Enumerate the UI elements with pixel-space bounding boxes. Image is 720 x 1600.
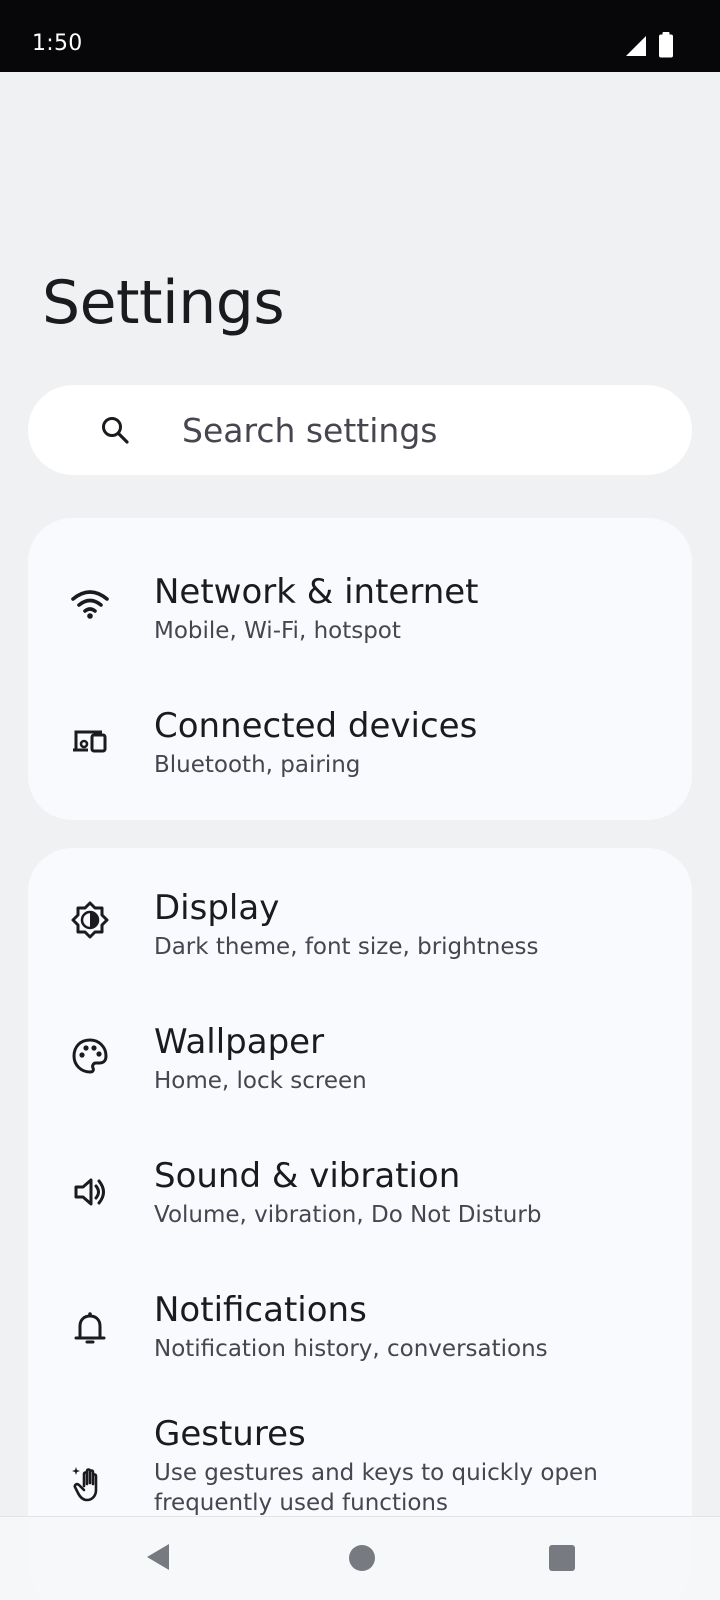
devices-icon: [73, 730, 107, 753]
palette-icon: [72, 1038, 108, 1074]
settings-item-title: Display: [154, 888, 280, 928]
settings-item-subtitle-line: frequently used functions: [154, 1490, 448, 1516]
settings-item-subtitle-line: Use gestures and keys to quickly open: [154, 1460, 598, 1486]
settings-item-subtitle: Home, lock screen: [154, 1068, 367, 1094]
settings-group-device: Display Dark theme, font size, brightnes…: [28, 848, 692, 1600]
settings-item-subtitle: Notification history, conversations: [154, 1336, 548, 1362]
hand-gesture-icon: [72, 1467, 98, 1502]
settings-item-network[interactable]: Network & internet Mobile, Wi-Fi, hotspo…: [28, 536, 692, 672]
settings-item-wallpaper[interactable]: Wallpaper Home, lock screen: [28, 988, 692, 1124]
volume-icon: [74, 1178, 105, 1206]
settings-item-title: Wallpaper: [154, 1022, 325, 1062]
status-time: 1:50: [32, 31, 83, 56]
home-icon[interactable]: [349, 1545, 375, 1571]
wifi-icon: [71, 590, 109, 619]
settings-item-subtitle: Dark theme, font size, brightness: [154, 934, 539, 960]
settings-item-subtitle: Volume, vibration, Do Not Disturb: [154, 1202, 542, 1228]
signal-icon: [626, 36, 646, 56]
settings-item-title: Network & internet: [154, 572, 479, 612]
settings-group-connectivity: Network & internet Mobile, Wi-Fi, hotspo…: [28, 518, 692, 820]
settings-item-title: Sound & vibration: [154, 1156, 461, 1196]
search-icon: [102, 417, 129, 444]
settings-item-subtitle: Bluetooth, pairing: [154, 752, 361, 778]
search-placeholder: Search settings: [182, 411, 438, 450]
settings-item-display[interactable]: Display Dark theme, font size, brightnes…: [28, 852, 692, 988]
bell-icon: [74, 1312, 106, 1344]
back-icon[interactable]: [145, 1542, 171, 1572]
settings-item-title: Connected devices: [154, 706, 478, 746]
status-bar: 1:50: [0, 0, 720, 72]
settings-item-notifications[interactable]: Notifications Notification history, conv…: [28, 1260, 692, 1396]
recents-icon[interactable]: [549, 1545, 575, 1571]
page-title: Settings: [42, 268, 285, 338]
settings-item-title: Gestures: [154, 1414, 306, 1454]
search-bar[interactable]: Search settings: [28, 385, 692, 475]
settings-item-sound[interactable]: Sound & vibration Volume, vibration, Do …: [28, 1124, 692, 1260]
settings-item-subtitle: Mobile, Wi-Fi, hotspot: [154, 618, 401, 644]
battery-icon: [659, 32, 673, 58]
settings-item-connected-devices[interactable]: Connected devices Bluetooth, pairing: [28, 672, 692, 808]
status-icons: [624, 32, 674, 58]
display-brightness-icon: [71, 901, 109, 939]
settings-item-title: Notifications: [154, 1290, 367, 1330]
